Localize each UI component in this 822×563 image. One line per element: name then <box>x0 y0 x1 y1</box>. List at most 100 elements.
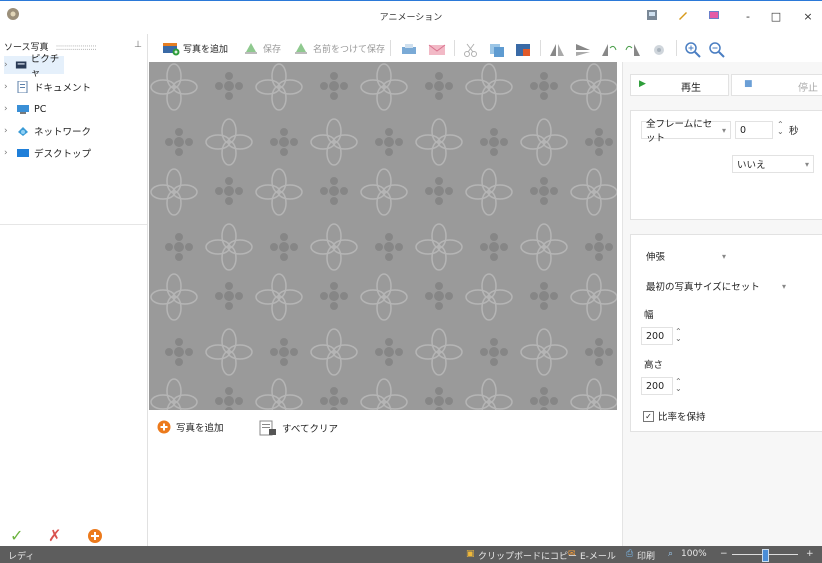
keep-ratio-checkbox[interactable]: ✓ 比率を保持 <box>643 409 706 423</box>
save-button[interactable]: 保存 <box>242 38 281 58</box>
check-icon[interactable]: ✓ <box>10 526 23 545</box>
copy-clipboard-link[interactable]: クリップボードにコピー <box>478 549 577 562</box>
print-icon[interactable]: ⎙ <box>626 549 633 559</box>
seconds-spinner-icon[interactable]: ⌃ ⌄ <box>777 121 784 136</box>
maximize-button[interactable]: □ <box>763 5 789 27</box>
copy-icon[interactable] <box>488 42 506 58</box>
tree-item-network[interactable]: › ネットワーク <box>4 122 91 140</box>
loop-dropdown[interactable]: いいえ ▾ <box>732 155 814 173</box>
stop-label: 停止 <box>798 83 818 94</box>
clear-list-icon <box>259 420 276 436</box>
seconds-input[interactable]: 0 <box>735 121 773 139</box>
email-icon[interactable] <box>428 42 446 58</box>
status-ready: レディ <box>8 552 35 562</box>
screen-icon[interactable] <box>708 9 720 21</box>
pictures-folder-icon <box>15 61 26 69</box>
keep-ratio-label: 比率を保持 <box>658 412 706 423</box>
save-icon <box>245 43 257 54</box>
chevron-right-icon[interactable]: › <box>4 60 15 70</box>
zoom-level: 100% <box>681 549 707 559</box>
network-icon <box>18 127 28 136</box>
checkbox-checked-icon[interactable]: ✓ <box>643 410 654 422</box>
size-mode-dropdown[interactable]: 最初の写真サイズにセット ▾ <box>641 277 791 295</box>
resize-mode-value: 伸張 <box>646 252 666 263</box>
tree-label: デスクトップ <box>34 149 92 160</box>
chevron-down-icon: ▾ <box>804 159 809 169</box>
cut-icon[interactable] <box>462 42 480 58</box>
width-spinner-icon[interactable]: ⌃ ⌄ <box>675 328 682 343</box>
clear-all-label: すべてクリア <box>282 424 338 435</box>
source-photos-header: ソース写真 :::::::::::::::::::: ⊥ <box>4 40 144 53</box>
tree-item-pc[interactable]: › PC <box>4 100 46 118</box>
zoom-icon: ⌕ <box>668 549 674 559</box>
documents-folder-icon <box>17 81 28 93</box>
toolbar-separator <box>454 40 455 56</box>
flip-vertical-icon[interactable] <box>574 42 592 58</box>
chevron-right-icon[interactable]: › <box>4 126 16 136</box>
height-input[interactable]: 200 <box>641 377 673 395</box>
add-circle-icon <box>157 420 171 434</box>
email-link[interactable]: E-メール <box>580 549 616 562</box>
chevron-down-icon: ▾ <box>721 251 726 261</box>
add-circle-icon[interactable] <box>87 528 103 544</box>
stop-button[interactable]: ■ 停止 <box>731 74 822 96</box>
animation-preview-canvas[interactable] <box>149 62 617 410</box>
tree-item-documents[interactable]: › ドキュメント <box>4 78 91 96</box>
save-label: 保存 <box>263 44 282 55</box>
add-photo-frame-button[interactable]: 写真を追加 <box>157 420 224 434</box>
minimize-button[interactable]: - <box>735 5 761 27</box>
height-spinner-icon[interactable]: ⌃ ⌄ <box>675 378 682 393</box>
zoom-plus-button[interactable]: + <box>806 549 814 559</box>
close-button[interactable]: × <box>795 5 821 27</box>
computer-icon <box>17 105 29 114</box>
chevron-right-icon[interactable]: › <box>4 148 16 158</box>
clear-all-button[interactable]: すべてクリア <box>259 420 338 436</box>
seconds-value: 0 <box>740 124 747 136</box>
clipboard-icon[interactable]: ▣ <box>466 549 475 559</box>
paste-icon[interactable] <box>514 42 532 58</box>
chevron-down-icon: ▾ <box>781 281 786 291</box>
width-label: 幅 <box>644 310 654 321</box>
status-bar: レディ ▣ クリップボードにコピー ✉ E-メール ⎙ 印刷 ⌕ 100% − … <box>0 546 822 563</box>
flip-horizontal-icon[interactable] <box>548 42 566 58</box>
tree-label: ネットワーク <box>34 127 92 138</box>
width-value: 200 <box>646 330 665 342</box>
rotate-left-icon[interactable] <box>600 42 618 58</box>
save-as-button[interactable]: 名前をつけて保存 <box>292 38 385 58</box>
animation-settings-panel: ▶ 再生 ■ 停止 全フレームにセット ▾ 0 ⌃ ⌄ 秒 いいえ ▾ 伸張 ▾ … <box>622 62 822 546</box>
height-value: 200 <box>646 380 665 392</box>
tree-label: ドキュメント <box>34 83 92 94</box>
zoom-minus-button[interactable]: − <box>720 549 728 559</box>
width-input[interactable]: 200 <box>641 327 673 345</box>
toolbar-separator <box>676 40 677 56</box>
toolbar-separator <box>540 40 541 56</box>
cross-icon[interactable]: ✗ <box>48 526 61 545</box>
toolbar-separator <box>390 40 391 56</box>
frame-mode-dropdown[interactable]: 全フレームにセット ▾ <box>641 119 731 144</box>
tree-item-desktop[interactable]: › デスクトップ <box>4 144 91 162</box>
rotate-right-icon[interactable] <box>624 42 642 58</box>
gallery-icon[interactable] <box>646 9 658 21</box>
resize-section: 伸張 ▾ 最初の写真サイズにセット ▾ 幅 200 ⌃ ⌄ 高さ 200 ⌃ ⌄ ✓… <box>630 234 822 432</box>
print-icon[interactable] <box>400 42 418 58</box>
chevron-down-icon: ▾ <box>721 125 726 135</box>
chevron-right-icon[interactable]: › <box>4 104 16 114</box>
tree-label: ピクチャ <box>30 54 60 79</box>
pencil-icon[interactable] <box>677 9 689 21</box>
frame-mode-value: 全フレームにセット <box>646 119 713 144</box>
tree-item-pictures[interactable]: › ピクチャ <box>4 54 64 79</box>
resize-mode-dropdown[interactable]: 伸張 ▾ <box>641 247 731 265</box>
play-button[interactable]: ▶ 再生 <box>630 74 729 96</box>
email-icon[interactable]: ✉ <box>568 549 576 559</box>
pin-icon[interactable]: ⊥ <box>134 40 142 50</box>
print-link[interactable]: 印刷 <box>637 549 655 562</box>
add-photo-toolbar-button[interactable]: 写真を追加 <box>162 38 228 58</box>
seconds-unit-label: 秒 <box>789 126 799 137</box>
frames-strip: 写真を追加 すべてクリア <box>149 412 617 546</box>
chevron-right-icon[interactable]: › <box>4 82 16 92</box>
size-mode-value: 最初の写真サイズにセット <box>646 282 760 293</box>
zoom-in-icon[interactable] <box>684 41 702 59</box>
effect-icon[interactable] <box>650 42 668 58</box>
zoom-slider-thumb[interactable] <box>762 549 769 562</box>
zoom-out-icon[interactable] <box>708 41 726 59</box>
